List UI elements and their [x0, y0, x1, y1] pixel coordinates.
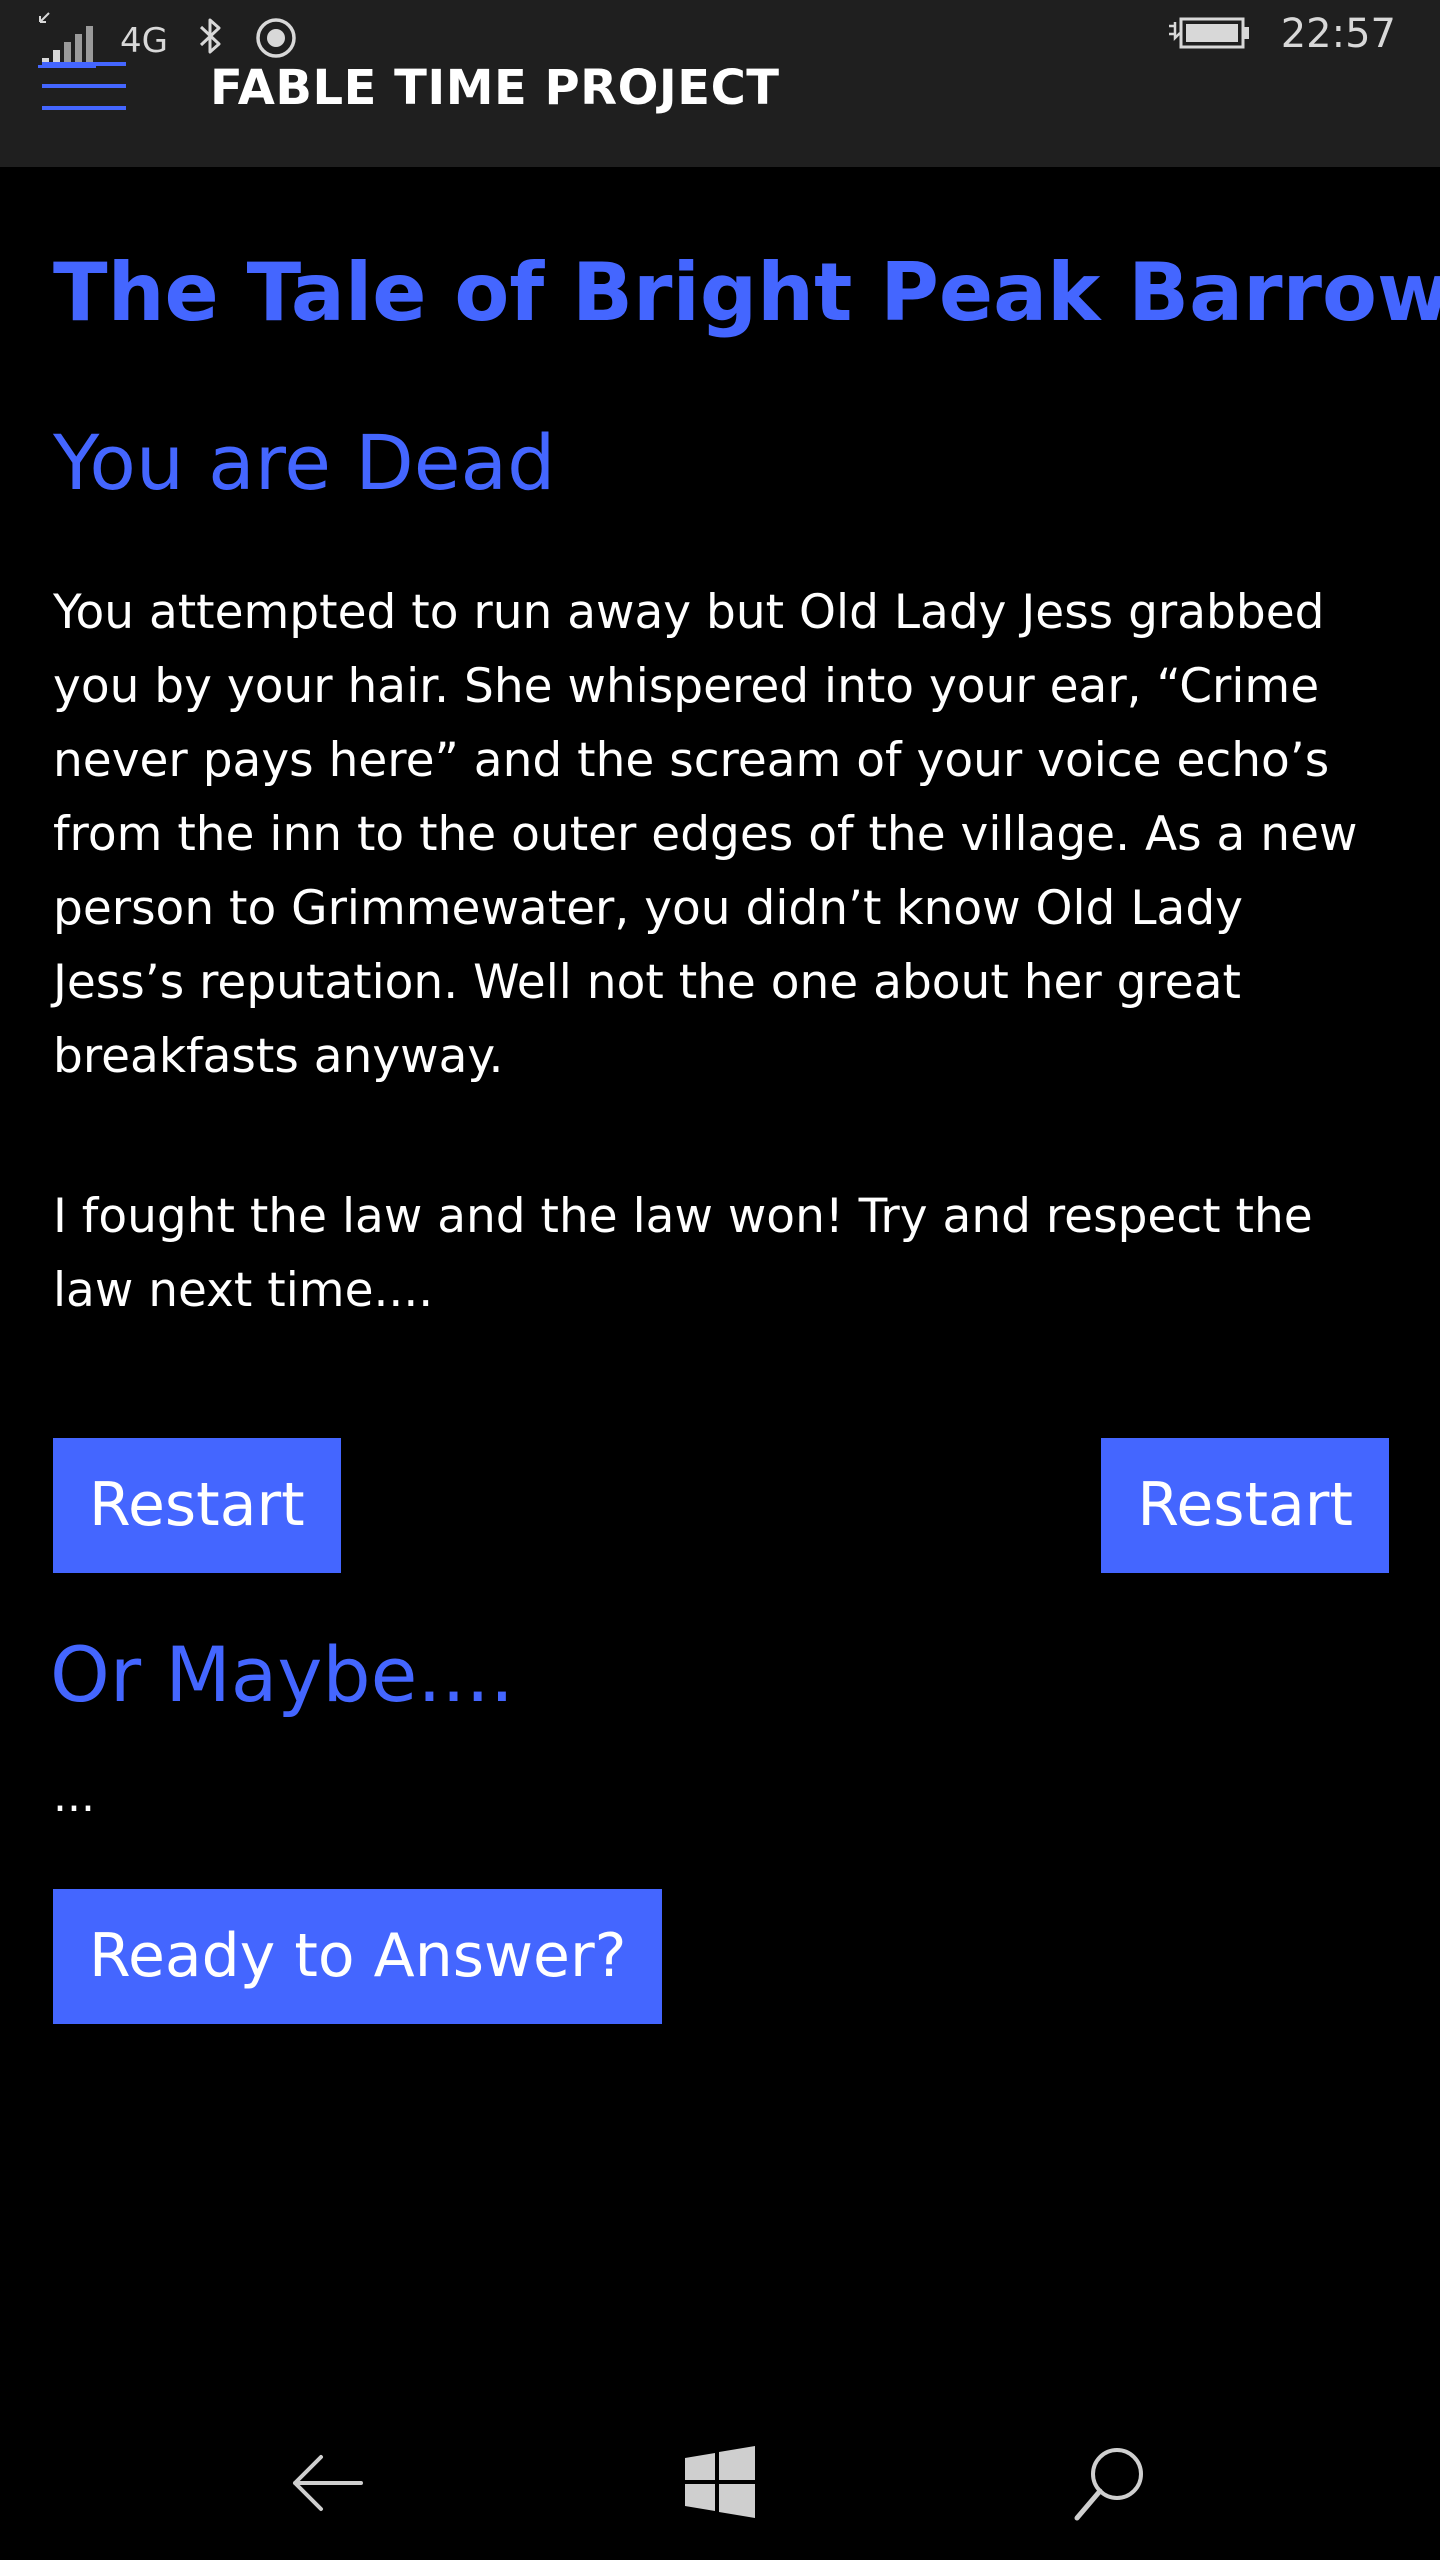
- story-paragraph: You attempted to run away but Old Lady J…: [53, 585, 1358, 1085]
- hamburger-menu-icon[interactable]: [42, 62, 126, 110]
- network-type: 4G: [120, 21, 168, 61]
- story-paragraph: I fought the law and the law won! Try an…: [53, 1189, 1313, 1319]
- bluetooth-icon: [198, 16, 224, 60]
- story-content: The Tale of Bright Peak Barrow You are D…: [50, 167, 1440, 2024]
- alternative-heading: Or Maybe....: [50, 1630, 514, 1720]
- alternative-text: ...: [53, 1770, 95, 1822]
- signal-icon: [38, 10, 100, 68]
- restart-button-left[interactable]: Restart: [53, 1438, 341, 1574]
- search-icon[interactable]: [1065, 2438, 1155, 2528]
- app-title: FABLE TIME PROJECT: [210, 60, 780, 116]
- story-heading: You are Dead: [53, 418, 556, 507]
- navigation-bar: [0, 2400, 1440, 2560]
- app-header: 4G 22:57 FABLE TIME PROJECT: [0, 0, 1440, 167]
- story-title: The Tale of Bright Peak Barrow: [53, 246, 1440, 339]
- answer-button-row: Ready to Answer?: [53, 1888, 1389, 2024]
- battery-icon: [1167, 12, 1251, 56]
- windows-start-icon[interactable]: [675, 2438, 765, 2528]
- ready-to-answer-button[interactable]: Ready to Answer?: [53, 1888, 663, 2024]
- back-arrow-icon[interactable]: [283, 2438, 373, 2528]
- restart-button-right[interactable]: Restart: [1101, 1438, 1389, 1574]
- status-clock: 22:57: [1280, 11, 1396, 57]
- status-bar-right: 22:57: [1167, 12, 1396, 56]
- restart-button-row: Restart Restart: [53, 1438, 1389, 1574]
- location-icon: [254, 16, 298, 64]
